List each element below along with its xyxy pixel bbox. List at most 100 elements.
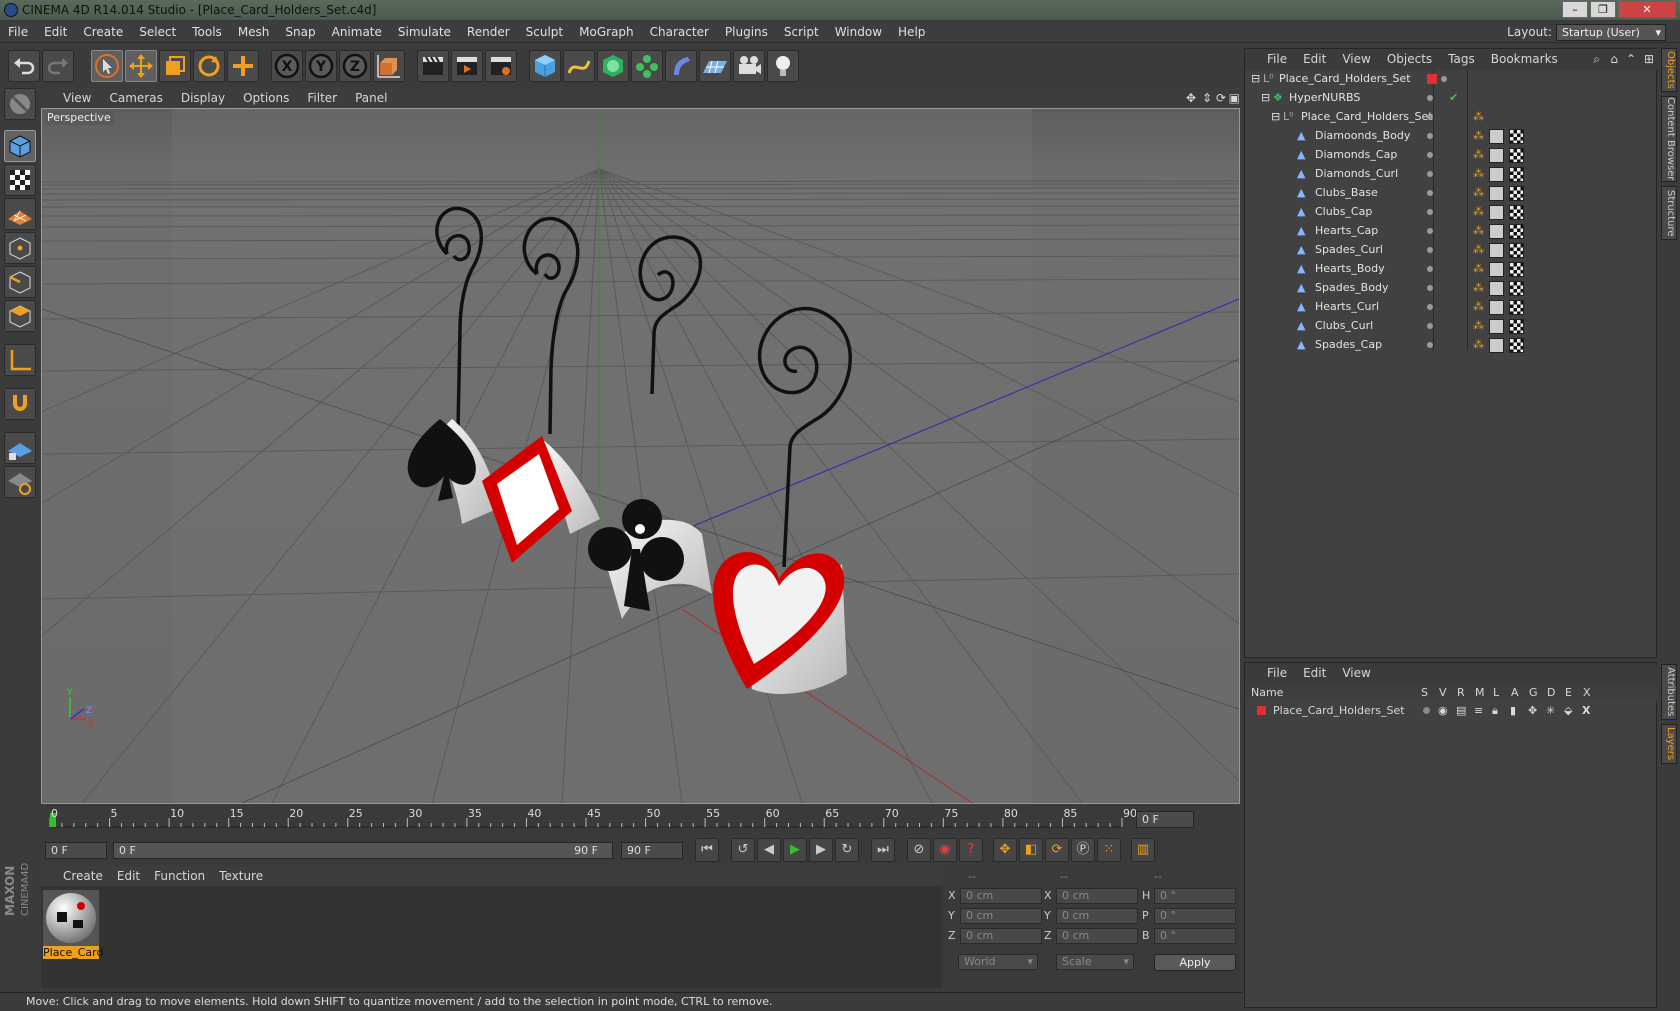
up-arrow-icon[interactable]: ⌃ [1626, 49, 1636, 70]
menu-edit[interactable]: Edit [36, 21, 75, 43]
collapse-icon[interactable]: ⊟ [1271, 107, 1280, 127]
rotate-tool-button[interactable] [193, 50, 225, 82]
model-mode-button[interactable] [4, 130, 36, 162]
coord-size-y-field[interactable]: 0 cm [1056, 908, 1138, 924]
uvw-tag-icon[interactable] [1509, 300, 1524, 315]
minimize-button[interactable]: – [1562, 1, 1588, 18]
generator-icon[interactable]: ✥ [1528, 703, 1537, 719]
menu-render[interactable]: Render [459, 21, 518, 43]
menu-mesh[interactable]: Mesh [230, 21, 278, 43]
uvw-tag-icon[interactable] [1509, 319, 1524, 334]
phong-tag-icon[interactable]: ⁂ [1473, 202, 1484, 222]
obj-menu-bookmarks[interactable]: Bookmarks [1483, 49, 1566, 70]
layer-col-solo[interactable]: S [1421, 685, 1428, 701]
previous-key-button[interactable]: ↺ [731, 838, 755, 862]
end-frame-field[interactable]: 90 F [621, 842, 683, 859]
expression-icon[interactable]: ⬙ [1564, 703, 1572, 719]
texture-tag-icon[interactable] [1489, 224, 1504, 239]
scale-tool-button[interactable] [159, 50, 191, 82]
mat-menu-edit[interactable]: Edit [110, 866, 147, 886]
visibility-dot[interactable] [1427, 171, 1433, 177]
key-rotation-button[interactable]: ⟳ [1045, 838, 1069, 862]
object-row-child[interactable]: ▲ Clubs_Cap ⁂ [1245, 202, 1658, 222]
object-row-child[interactable]: ▲ Hearts_Body ⁂ [1245, 259, 1658, 279]
object-row-group[interactable]: ⊟ ᒪ⁰ Place_Card_Holders_Set ⁂ [1245, 107, 1658, 127]
autokeying-button[interactable]: ◉ [933, 838, 957, 862]
snapping-button[interactable] [4, 388, 36, 420]
animation-icon[interactable]: ▮ [1510, 703, 1516, 719]
visibility-dot[interactable] [1427, 266, 1433, 272]
visibility-dot[interactable] [1427, 342, 1433, 348]
deformer-button[interactable] [665, 50, 697, 82]
texture-tag-icon[interactable] [1489, 148, 1504, 163]
object-row-child[interactable]: ▲ Spades_Curl ⁂ [1245, 240, 1658, 260]
menu-select[interactable]: Select [131, 21, 184, 43]
coord-pos-z-field[interactable]: 0 cm [960, 928, 1042, 944]
visibility-dot[interactable] [1427, 228, 1433, 234]
texture-tag-icon[interactable] [1489, 262, 1504, 277]
visibility-dot[interactable] [1427, 247, 1433, 253]
collapse-icon[interactable]: ⊟ [1261, 88, 1270, 108]
restore-button[interactable]: ❐ [1590, 1, 1616, 18]
texture-tag-icon[interactable] [1489, 186, 1504, 201]
viewport-menu-options[interactable]: Options [234, 88, 298, 108]
previous-frame-button[interactable]: ◀ [757, 838, 781, 862]
texture-tag-icon[interactable] [1489, 167, 1504, 182]
preview-range-slider[interactable]: 0 F 90 F [113, 842, 613, 859]
move-tool-button[interactable] [125, 50, 157, 82]
phong-tag-icon[interactable]: ⁂ [1473, 335, 1484, 355]
object-row-child[interactable]: ▲ Hearts_Curl ⁂ [1245, 297, 1658, 317]
coord-size-x-field[interactable]: 0 cm [1056, 888, 1138, 904]
texture-tag-icon[interactable] [1489, 205, 1504, 220]
material-swatch[interactable]: Place_Card [43, 890, 103, 959]
coord-rot-b-field[interactable]: 0 ° [1154, 928, 1236, 944]
redo-button[interactable] [42, 50, 74, 82]
layer-col-xref[interactable]: X [1583, 685, 1591, 701]
texture-mode-button[interactable] [4, 164, 36, 196]
object-row-child[interactable]: ▲ Spades_Body ⁂ [1245, 278, 1658, 298]
texture-tag-icon[interactable] [1489, 319, 1504, 334]
coord-size-z-field[interactable]: 0 cm [1056, 928, 1138, 944]
play-button[interactable]: ▶ [783, 838, 807, 862]
object-row-child[interactable]: ▲ Hearts_Cap ⁂ [1245, 221, 1658, 241]
obj-menu-objects[interactable]: Objects [1379, 49, 1440, 70]
camera-button[interactable] [733, 50, 765, 82]
texture-tag-icon[interactable] [1489, 129, 1504, 144]
tab-layers[interactable]: Layers [1661, 724, 1677, 764]
layer-col-render[interactable]: R [1457, 685, 1465, 701]
next-key-button[interactable]: ↻ [835, 838, 859, 862]
phong-tag-icon[interactable]: ⁂ [1473, 126, 1484, 146]
render-view-button[interactable] [417, 50, 449, 82]
visibility-dot[interactable] [1427, 190, 1433, 196]
object-row-child[interactable]: ▲ Spades_Cap ⁂ [1245, 335, 1658, 355]
tab-structure[interactable]: Structure [1661, 186, 1677, 240]
search-icon[interactable]: ⌕ [1593, 49, 1600, 70]
layer-col-view[interactable]: V [1439, 685, 1447, 701]
obj-menu-file[interactable]: File [1245, 49, 1295, 70]
visibility-dot[interactable] [1427, 133, 1433, 139]
add-tool-button[interactable] [227, 50, 259, 82]
make-editable-button[interactable] [4, 88, 36, 120]
new-panel-icon[interactable]: ⊞ [1644, 49, 1654, 70]
obj-menu-view[interactable]: View [1334, 49, 1378, 70]
z-axis-lock-button[interactable]: Z [339, 50, 371, 82]
menu-sculpt[interactable]: Sculpt [518, 21, 571, 43]
coord-mode-dropdown[interactable]: World ▾ [958, 954, 1038, 970]
uvw-tag-icon[interactable] [1509, 224, 1524, 239]
uvw-tag-icon[interactable] [1509, 281, 1524, 296]
lock-icon[interactable]: 🔒︎ [1492, 703, 1498, 719]
obj-menu-tags[interactable]: Tags [1440, 49, 1483, 70]
layer-col-expressions[interactable]: E [1565, 685, 1572, 701]
layout-dropdown[interactable]: Startup (User) ▾ [1556, 24, 1666, 41]
subdivision-surface-button[interactable] [597, 50, 629, 82]
planar-workplane-button[interactable] [4, 466, 36, 498]
object-row-child[interactable]: ▲ Diamonds_Curl ⁂ [1245, 164, 1658, 184]
go-to-end-button[interactable]: ⏭ [871, 838, 895, 862]
xref-icon[interactable]: X [1582, 703, 1590, 719]
y-axis-lock-button[interactable]: Y [305, 50, 337, 82]
uvw-tag-icon[interactable] [1509, 338, 1524, 353]
home-icon[interactable]: ⌂ [1610, 49, 1618, 70]
spline-pen-button[interactable] [563, 50, 595, 82]
viewport-menu-panel[interactable]: Panel [346, 88, 396, 108]
axis-mode-button[interactable] [4, 344, 36, 376]
